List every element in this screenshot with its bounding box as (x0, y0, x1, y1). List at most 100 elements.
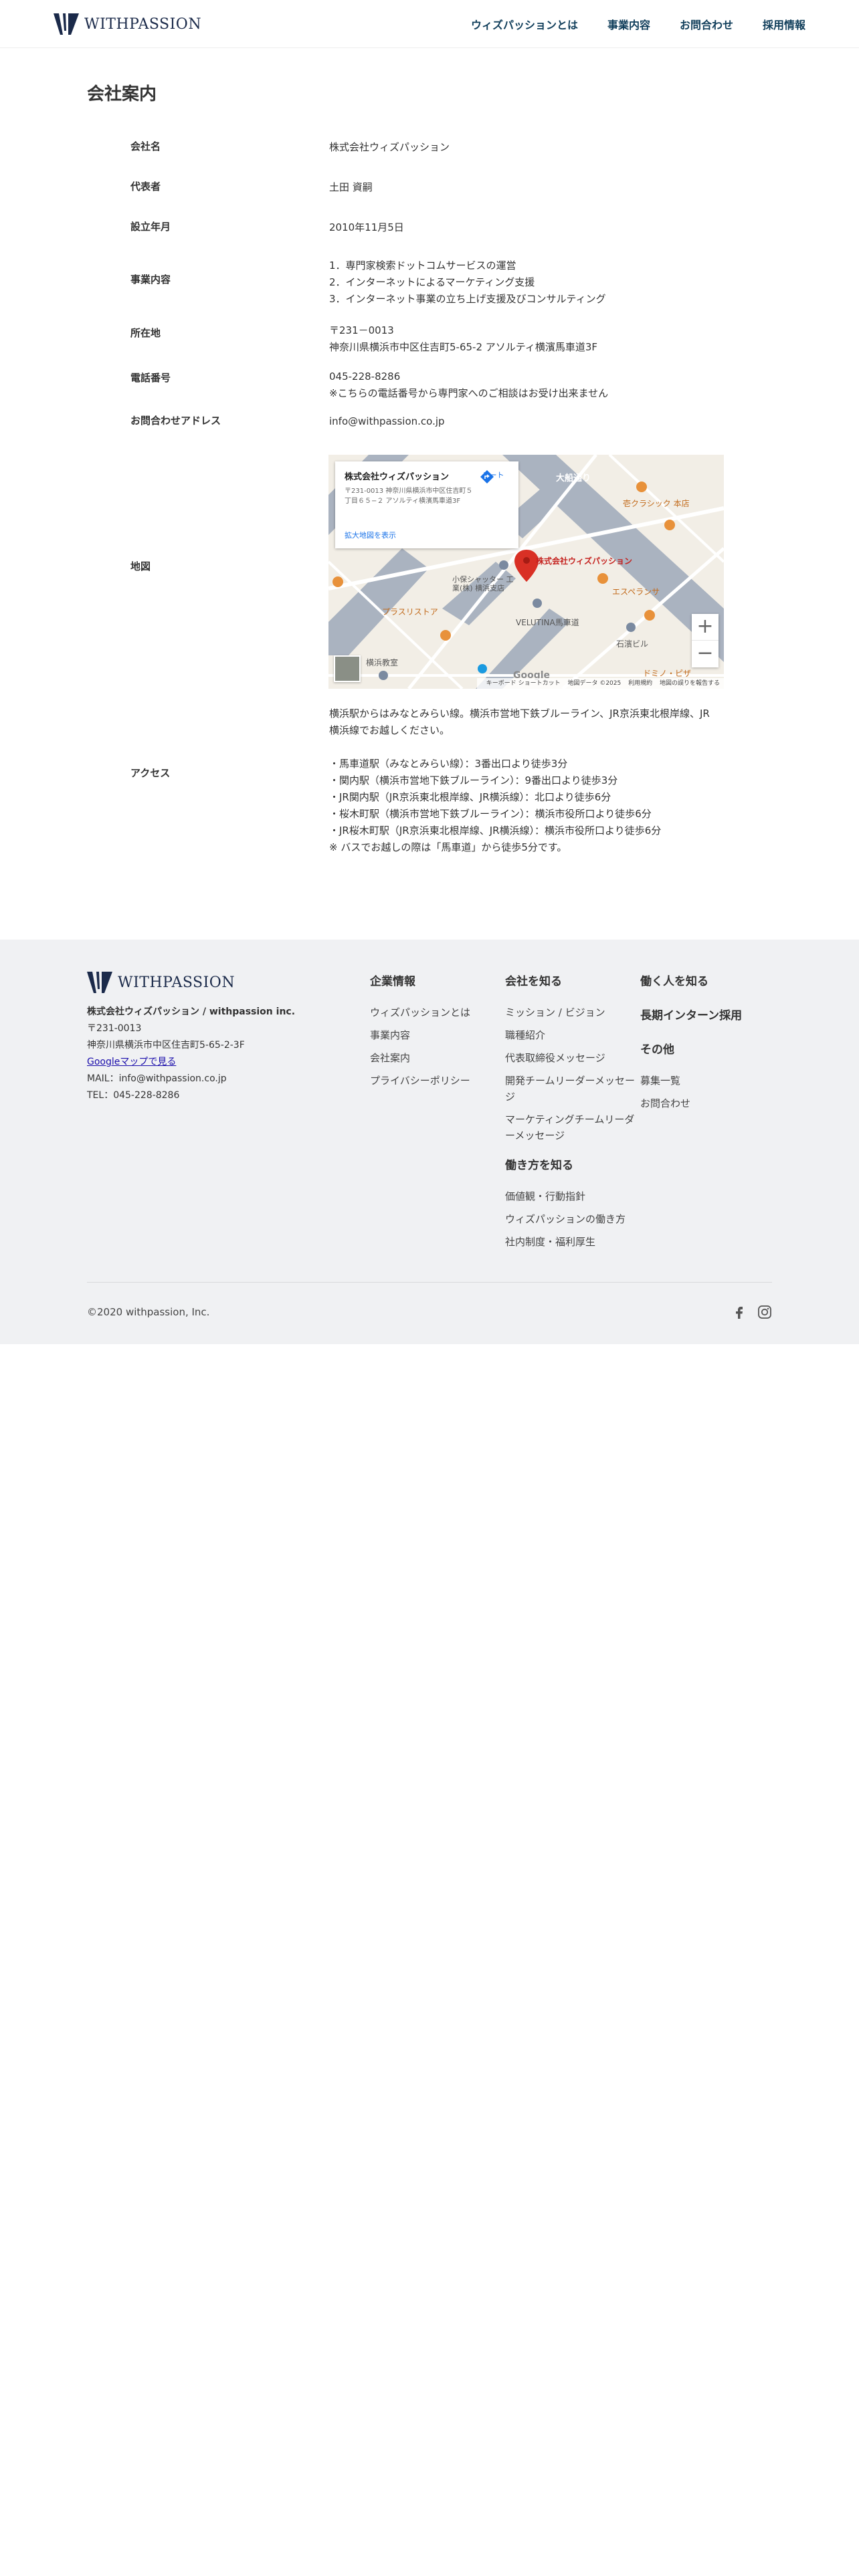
access-item: ・関内駅（横浜市営地下鉄ブルーライン）：9番出口より徒歩3分 (329, 774, 618, 786)
zoom-in-button[interactable]: + (692, 614, 719, 641)
footer-link[interactable]: プライバシーポリシー (370, 1073, 470, 1089)
site-footer: WITHPASSION 株式会社ウィズパッション / withpassion i… (0, 940, 859, 1344)
label-business: 事業内容 (130, 274, 171, 286)
access-intro: 横浜駅からはみなとみらい線。横浜市営地下鉄ブルーライン、JR京浜東北根岸線、JR… (329, 708, 710, 736)
footer-tel: TEL：045-228-8286 (87, 1090, 180, 1101)
map-poi-label: ドミノ・ピザ (643, 669, 692, 678)
access-item: ※ バスでお越しの際は「馬車道」から徒歩5分です。 (329, 841, 567, 853)
footer-col-head[interactable]: 働く人を知る (640, 972, 742, 988)
footer-link[interactable]: ウィズパッションの働き方 (505, 1211, 639, 1227)
map-poi-label: エスペランサ (612, 587, 660, 597)
google-map[interactable]: 株式会社ウィズパッション 大船通り 壱クラシック 本店 エスペランサ 小保シャッ… (328, 455, 724, 689)
footer-link[interactable]: 職種紹介 (505, 1027, 639, 1043)
map-marker-label: 株式会社ウィズパッション (536, 556, 633, 566)
footer-col-head: 働き方を知る (505, 1159, 573, 1172)
map-satellite-toggle[interactable] (334, 655, 361, 682)
map-enlarge-link[interactable]: 拡大地図を表示 (345, 530, 396, 540)
value-business: 1．専門家検索ドットコムサービスの運営 2．インターネットによるマーケティング支… (329, 257, 731, 308)
footer-social-links (733, 1305, 772, 1319)
footer-logo-text: WITHPASSION (118, 974, 235, 991)
label-founded: 設立年月 (130, 221, 171, 233)
access-item: ・JR関内駅（JR京浜東北根岸線、JR横浜線）：北口より徒歩6分 (329, 791, 611, 803)
site-header: WITHPASSION ウィズパッションとは 事業内容 お問合わせ 採用情報 (0, 0, 859, 48)
map-data-credit: 地図データ ©2025 (567, 680, 622, 687)
business-item: 2．インターネットによるマーケティング支援 (329, 276, 535, 288)
label-representative: 代表者 (130, 181, 161, 193)
business-item: 3．インターネット事業の立ち上げ支援及びコンサルティング (329, 293, 606, 305)
value-access: 横浜駅からはみなとみらい線。横浜市営地下鉄ブルーライン、JR京浜東北根岸線、JR… (329, 706, 717, 856)
footer-link[interactable]: 開発チームリーダーメッセージ (505, 1073, 639, 1105)
map-poi-label: プラスリストア (382, 607, 438, 617)
footer-copyright: ©2020 withpassion, Inc. (87, 1306, 210, 1318)
footer-link[interactable]: お問合わせ (640, 1095, 742, 1111)
footer-col-head: 企業情報 (370, 975, 415, 988)
map-terms-link[interactable]: 利用規約 (628, 680, 652, 687)
footer-link[interactable]: 社内制度・福利厚生 (505, 1234, 639, 1250)
logo-text: WITHPASSION (84, 15, 202, 33)
address-text: 神奈川県横浜市中区住吉町5-65-2 アソルティ横濱馬車道3F (329, 341, 598, 353)
footer-col-head: 会社を知る (505, 975, 562, 988)
value-address: 〒231－0013 神奈川県横浜市中区住吉町5-65-2 アソルティ横濱馬車道3… (329, 322, 731, 356)
nav-contact[interactable]: お問合わせ (680, 16, 733, 32)
phone-number: 045-228-8286 (329, 370, 401, 383)
map-shortcuts-link[interactable]: キーボード ショートカット (486, 680, 561, 687)
route-icon (480, 470, 494, 484)
map-road-label: 大船通り (556, 473, 591, 484)
phone-note: ※こちらの電話番号から専門家へのご相談はお受け出来ません (329, 387, 609, 399)
footer-link[interactable]: 事業内容 (370, 1027, 470, 1043)
nav-business[interactable]: 事業内容 (607, 16, 650, 32)
footer-col-head: その他 (640, 1043, 674, 1057)
map-poi-label: 石濱ビル (616, 639, 649, 649)
map-zoom-controls: + − (692, 614, 719, 667)
footer-company-info: 株式会社ウィズパッション / withpassion inc. 〒231-001… (87, 1004, 295, 1104)
footer-col-people: 働く人を知る 長期インターン採用 その他 募集一覧 お問合わせ (640, 972, 742, 1111)
access-item: ・馬車道駅（みなとみらい線）：3番出口より徒歩3分 (329, 758, 568, 770)
footer-divider (87, 1282, 772, 1283)
nav-recruit[interactable]: 採用情報 (763, 16, 805, 32)
access-item: ・桜木町駅（横浜市営地下鉄ブルーライン）：横浜市役所口より徒歩6分 (329, 808, 652, 820)
footer-zip: 〒231-0013 (87, 1023, 142, 1034)
label-access: アクセス (130, 767, 171, 779)
footer-link[interactable]: 募集一覧 (640, 1073, 742, 1089)
label-map: 地図 (130, 560, 151, 572)
site-logo[interactable]: WITHPASSION (54, 13, 201, 35)
footer-logo[interactable]: WITHPASSION (87, 972, 235, 993)
business-item: 1．専門家検索ドットコムサービスの運営 (329, 259, 516, 272)
page-title: 会社案内 (87, 84, 157, 104)
value-phone: 045-228-8286 ※こちらの電話番号から専門家へのご相談はお受け出来ませ… (329, 368, 731, 402)
value-representative: 土田 資嗣 (329, 181, 373, 193)
zoom-out-button[interactable]: − (692, 641, 719, 667)
instagram-icon[interactable] (757, 1305, 772, 1319)
label-email: お問合わせアドレス (130, 415, 221, 427)
footer-col-company: 企業情報 ウィズパッションとは 事業内容 会社案内 プライバシーポリシー (370, 972, 470, 1089)
access-item: ・JR桜木町駅（JR京浜東北根岸線、JR横浜線）：横浜市役所口より徒歩6分 (329, 825, 662, 837)
footer-address: 神奈川県横浜市中区住吉町5-65-2-3F (87, 1040, 245, 1051)
map-report-link[interactable]: 地図の誤りを報告する (660, 680, 720, 687)
value-email: info@withpassion.co.jp (329, 415, 445, 427)
value-founded: 2010年11月5日 (329, 221, 404, 233)
map-card-address: 〒231-0013 神奈川県横浜市中区住吉町５丁目６５−２ アソルティ横濱馬車道… (345, 488, 473, 505)
facebook-icon[interactable] (733, 1305, 745, 1319)
withpassion-logo-icon (54, 13, 79, 35)
footer-map-link[interactable]: Googleマップで見る (87, 1057, 176, 1067)
footer-mail: MAIL：info@withpassion.co.jp (87, 1073, 227, 1084)
footer-link[interactable]: 価値観・行動指針 (505, 1188, 639, 1204)
map-info-card: 株式会社ウィズパッション 〒231-0013 神奈川県横浜市中区住吉町５丁目６５… (335, 461, 518, 548)
footer-company-name: 株式会社ウィズパッション / withpassion inc. (87, 1006, 296, 1017)
footer-col-know: 会社を知る ミッション / ビジョン 職種紹介 代表取締役メッセージ 開発チーム… (505, 972, 639, 1250)
map-poi-label: 小保シャッター 工業(株) 横浜支店 (452, 575, 514, 593)
footer-link[interactable]: マーケティングチームリーダーメッセージ (505, 1111, 639, 1144)
nav-about[interactable]: ウィズパッションとは (471, 16, 578, 32)
main-nav: ウィズパッションとは 事業内容 お問合わせ 採用情報 (471, 16, 805, 32)
map-route-button[interactable]: ルート (480, 469, 506, 484)
map-poi-label: VELUTINA馬車道 (516, 618, 579, 627)
withpassion-logo-icon (87, 972, 112, 993)
label-company-name: 会社名 (130, 140, 161, 152)
address-zip: 〒231－0013 (329, 324, 394, 336)
footer-link[interactable]: 代表取締役メッセージ (505, 1050, 639, 1066)
footer-link[interactable]: 会社案内 (370, 1050, 470, 1066)
footer-link[interactable]: ウィズパッションとは (370, 1004, 470, 1021)
footer-col-head[interactable]: 長期インターン採用 (640, 1006, 742, 1023)
footer-link[interactable]: ミッション / ビジョン (505, 1004, 639, 1021)
map-poi-label: 壱クラシック 本店 (623, 499, 690, 508)
